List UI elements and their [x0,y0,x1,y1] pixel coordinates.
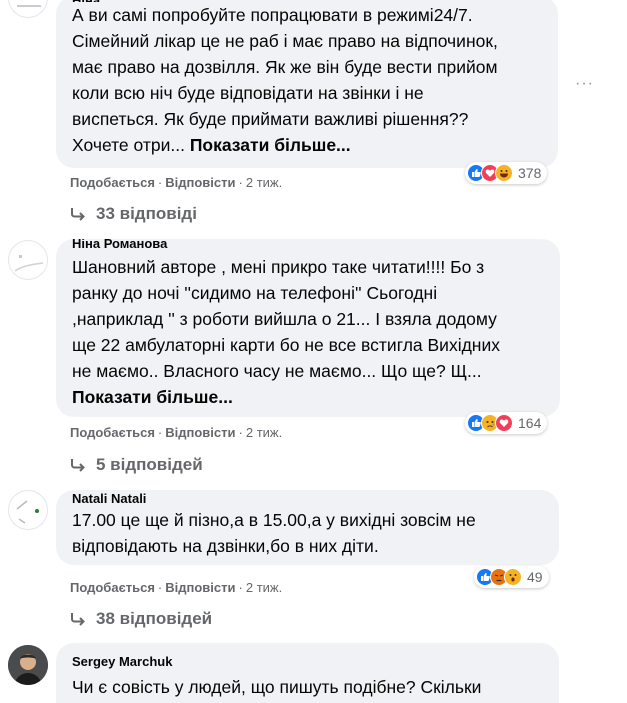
comment-3-reply-button[interactable]: Відповісти [165,580,235,595]
comment-4-bubble: Sergey Marchuk Чи є совість у людей, що … [56,643,559,703]
separator-dot: · [238,175,243,190]
comment-2-show-more-link[interactable]: Показати більше... [72,387,233,407]
reply-arrow-icon [71,613,85,626]
comment-2-time[interactable]: 2 тиж. [246,425,282,440]
haha-reaction-icon [495,164,513,182]
comment-4-avatar[interactable] [8,645,48,685]
comment-1-like-button[interactable]: Подобається [70,175,155,190]
separator-dot: · [157,175,163,190]
comment-3-avatar[interactable] [8,490,48,530]
comment-1-body: А ви самі попробуйте попрацювати в режим… [72,5,498,155]
comment-2-like-button[interactable]: Подобається [70,425,155,440]
comment-1-reactions[interactable]: 378 [465,162,548,184]
reply-arrow-icon [71,459,85,472]
comment-2-bubble: Ніна Романова Шановний автор‍е , мені пр… [56,239,560,417]
comment-1-reaction-count: 378 [518,165,542,181]
comment-3-reactions[interactable]: 49 [474,566,549,588]
separator-dot: · [157,425,163,440]
comment-2-reply-button[interactable]: Відповісти [165,425,235,440]
comment-1-text: А ви самі попробуйте попрацювати в режим… [72,2,542,158]
comment-2-author[interactable]: Ніна Романова [72,239,544,254]
comment-4-author[interactable]: Sergey Marchuk [72,654,543,670]
comment-3-view-replies[interactable]: 38 відповідей [70,609,212,629]
love-reaction-icon [495,414,513,432]
comment-1-replies-label[interactable]: 33 відповіді [96,204,197,224]
separator-dot: · [157,580,163,595]
comment-1-avatar[interactable] [8,0,48,18]
comment-1-show-more-link[interactable]: Показати більше... [190,135,351,155]
comment-2-replies-label[interactable]: 5 відповідей [96,455,203,475]
wow-reaction-icon [504,568,522,586]
comment-1-view-replies[interactable]: 33 відповіді [70,204,197,224]
comment-1-bubble: Ніна ... А ви самі попробуйте попрацюват… [56,0,558,168]
comment-3-actions: Подобається · Відповісти · 2 тиж. [70,580,282,596]
comment-2-reactions[interactable]: 164 [465,412,548,434]
comment-3-replies-label[interactable]: 38 відповідей [96,609,212,629]
comment-2-view-replies[interactable]: 5 відповідей [70,455,203,475]
comment-1-actions: Подобається · Відповісти · 2 тиж. [70,175,282,191]
comment-2-text: Шановний автор‍е , мені прикро таке чита… [72,254,544,410]
separator-dot: · [238,425,243,440]
comment-2-avatar[interactable] [8,240,48,280]
comment-options-icon[interactable]: ··· [575,75,594,93]
comment-1-time[interactable]: 2 тиж. [246,175,282,190]
reply-arrow-icon [71,208,85,221]
comment-2-body: Шановний автор‍е , мені прикро таке чита… [72,257,500,381]
comment-4-text: Чи є совість у людей, що пишуть подібне?… [72,677,482,697]
comment-3-author[interactable]: Natali Natali [72,490,543,507]
comment-3-like-button[interactable]: Подобається [70,580,155,595]
comment-1-reply-button[interactable]: Відповісти [165,175,235,190]
comment-3-text: 17.00 це ще й пізно,а в 15.00,а у вихідн… [72,510,476,556]
comment-2-actions: Подобається · Відповісти · 2 тиж. [70,425,282,441]
comment-3-bubble: Natali Natali 17.00 це ще й пізно,а в 15… [56,490,559,565]
comment-2-reaction-count: 164 [518,415,542,431]
comment-3-reaction-count: 49 [527,569,543,585]
separator-dot: · [238,580,243,595]
comment-3-time[interactable]: 2 тиж. [246,580,282,595]
